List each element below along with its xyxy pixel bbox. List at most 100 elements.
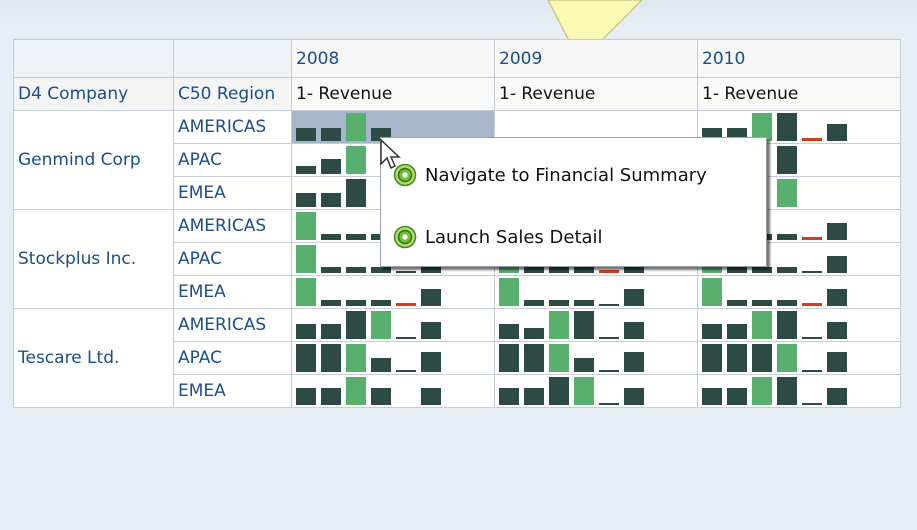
gear-icon: [393, 225, 417, 249]
year-header-row: 2008 2009 2010: [13, 39, 901, 78]
sparkline-bar: [752, 377, 772, 405]
sparkline-chart: [702, 278, 896, 306]
sparkline-cell[interactable]: [291, 374, 495, 408]
sparkline-bar: [574, 377, 594, 405]
sparkline-bar: [321, 159, 341, 174]
sparkline-chart: [702, 311, 896, 339]
company-cell[interactable]: Stockplus Inc.: [13, 209, 174, 309]
sparkline-bar: [346, 344, 366, 372]
sparkline-cell[interactable]: [697, 374, 901, 408]
context-menu: Navigate to Financial Summary Launch Sal…: [380, 137, 767, 267]
sparkline-bar: [752, 300, 772, 306]
sparkline-bar: [777, 113, 797, 141]
sparkline-bar: [524, 344, 544, 372]
sparkline-bar: [624, 289, 644, 306]
year-header-2010[interactable]: 2010: [697, 39, 901, 78]
sparkline-bar: [296, 193, 316, 207]
mouse-pointer-icon: [380, 138, 401, 170]
sparkline-bar: [802, 403, 822, 405]
sparkline-bar: [346, 300, 366, 306]
column-header-row: D4 Company C50 Region 1- Revenue 1- Reve…: [13, 77, 901, 111]
sparkline-cell[interactable]: [697, 308, 901, 342]
sparkline-bar: [321, 128, 341, 141]
sparkline-bar: [727, 388, 747, 405]
sparkline-bar: [752, 344, 772, 372]
company-cell[interactable]: Tescare Ltd.: [13, 308, 174, 408]
measure-header-2009[interactable]: 1- Revenue: [494, 77, 698, 111]
sparkline-cell[interactable]: [291, 308, 495, 342]
sparkline-bar: [346, 267, 366, 273]
sparkline-cell[interactable]: [494, 308, 698, 342]
sparkline-bar: [321, 344, 341, 372]
sparkline-bar: [727, 267, 747, 273]
sparkline-bar: [421, 352, 441, 372]
region-cell[interactable]: APAC: [173, 242, 292, 276]
sparkline-bar: [371, 267, 391, 273]
sparkline-cell[interactable]: [697, 341, 901, 375]
company-cell[interactable]: Genmind Corp: [13, 110, 174, 210]
region-column-header[interactable]: C50 Region: [173, 77, 292, 111]
sparkline-bar: [599, 370, 619, 372]
sparkline-bar: [346, 234, 366, 240]
company-column-header[interactable]: D4 Company: [13, 77, 174, 111]
sparkline-bar: [346, 113, 366, 141]
region-cell[interactable]: EMEA: [173, 176, 292, 210]
sparkline-chart: [296, 311, 490, 339]
region-cell[interactable]: AMERICAS: [173, 209, 292, 243]
year-header-2009[interactable]: 2009: [494, 39, 698, 78]
sparkline-bar: [296, 166, 316, 174]
menu-item-label: Launch Sales Detail: [425, 226, 603, 248]
sparkline-bar: [702, 278, 722, 306]
sparkline-bar: [827, 388, 847, 405]
sparkline-bar: [777, 267, 797, 273]
sparkline-bar: [574, 267, 594, 273]
sparkline-cell[interactable]: [291, 275, 495, 309]
sparkline-bar: [777, 146, 797, 174]
region-cell[interactable]: EMEA: [173, 275, 292, 309]
canvas-top: [0, 0, 917, 30]
menu-item-navigate-financial-summary[interactable]: Navigate to Financial Summary: [393, 158, 707, 192]
sparkline-bar: [524, 388, 544, 405]
sparkline-bar: [321, 193, 341, 207]
sparkline-bar: [777, 234, 797, 240]
menu-item-launch-sales-detail[interactable]: Launch Sales Detail: [393, 220, 603, 254]
sparkline-cell[interactable]: [494, 275, 698, 309]
region-cell[interactable]: APAC: [173, 143, 292, 177]
sparkline-cell[interactable]: [697, 275, 901, 309]
sparkline-bar: [396, 303, 416, 306]
region-cell[interactable]: AMERICAS: [173, 308, 292, 342]
sparkline-bar: [702, 344, 722, 372]
sparkline-bar: [777, 311, 797, 339]
sparkline-bar: [499, 344, 519, 372]
sparkline-bar: [827, 322, 847, 339]
year-header-2008[interactable]: 2008: [291, 39, 495, 78]
sparkline-chart: [499, 377, 693, 405]
sparkline-bar: [549, 300, 569, 306]
sparkline-bar: [777, 344, 797, 372]
sparkline-bar: [549, 377, 569, 405]
sparkline-bar: [802, 271, 822, 273]
sparkline-chart: [296, 377, 490, 405]
sparkline-cell[interactable]: [494, 374, 698, 408]
measure-header-2010[interactable]: 1- Revenue: [697, 77, 901, 111]
sparkline-bar: [524, 267, 544, 273]
sparkline-bar: [827, 124, 847, 141]
sparkline-bar: [827, 256, 847, 273]
region-cell[interactable]: APAC: [173, 341, 292, 375]
sparkline-bar: [296, 388, 316, 405]
sparkline-cell[interactable]: [291, 341, 495, 375]
region-cell[interactable]: EMEA: [173, 374, 292, 408]
sparkline-bar: [574, 358, 594, 372]
measure-header-2008[interactable]: 1- Revenue: [291, 77, 495, 111]
region-cell[interactable]: AMERICAS: [173, 110, 292, 144]
sparkline-bar: [321, 324, 341, 339]
sparkline-bar: [599, 337, 619, 339]
sparkline-bar: [599, 403, 619, 405]
sparkline-bar: [296, 278, 316, 306]
sparkline-bar: [296, 324, 316, 339]
sparkline-chart: [499, 278, 693, 306]
sparkline-bar: [599, 304, 619, 306]
sparkline-bar: [574, 300, 594, 306]
sparkline-cell[interactable]: [494, 341, 698, 375]
sparkline-bar: [549, 267, 569, 273]
